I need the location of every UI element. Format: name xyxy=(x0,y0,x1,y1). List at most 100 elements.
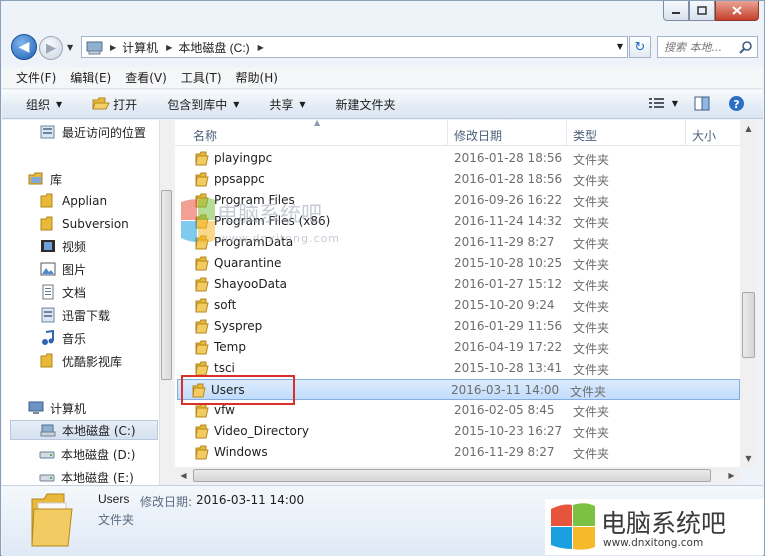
breadcrumb-drive-c[interactable]: 本地磁盘 (C:) xyxy=(178,39,249,56)
nav-library-music[interactable]: 音乐 xyxy=(40,328,86,348)
file-row[interactable]: Quarantine 2015-10-28 10:25 文件夹 xyxy=(181,253,740,274)
scroll-up-icon[interactable]: ▲ xyxy=(740,120,757,137)
recent-pages-dropdown[interactable]: ▼ xyxy=(67,43,73,52)
column-header-name[interactable]: 名称 xyxy=(193,127,217,144)
open-button[interactable]: 打开 xyxy=(92,96,137,113)
help-icon[interactable]: ? xyxy=(728,95,745,112)
file-row[interactable]: ppsappc 2016-01-28 18:56 文件夹 xyxy=(181,169,740,190)
navigation-scrollbar-thumb[interactable] xyxy=(161,190,172,380)
column-divider[interactable] xyxy=(447,120,448,146)
breadcrumb-computer[interactable]: 计算机 xyxy=(122,39,158,56)
watermark-url: www.dnxitong.com xyxy=(219,232,340,245)
windows-logo-icon xyxy=(181,198,215,243)
folder-icon xyxy=(195,277,209,295)
scroll-right-icon[interactable]: ▶ xyxy=(723,467,740,484)
file-name: Quarantine xyxy=(214,256,282,270)
folder-icon xyxy=(195,319,209,337)
vertical-scrollbar-thumb[interactable] xyxy=(742,292,755,358)
nav-library-thunder-downloads[interactable]: 迅雷下载 xyxy=(40,305,110,325)
column-divider[interactable] xyxy=(685,120,686,146)
maximize-button[interactable] xyxy=(689,1,715,21)
file-type: 文件夹 xyxy=(573,363,610,377)
file-type: 文件夹 xyxy=(570,385,607,399)
menu-file[interactable]: 文件(F) xyxy=(16,69,56,86)
file-list-horizontal-scrollbar[interactable]: ◀ ▶ xyxy=(175,467,740,484)
nav-library-applian[interactable]: Applian xyxy=(40,191,107,211)
menu-edit[interactable]: 编辑(E) xyxy=(70,69,111,86)
file-row[interactable]: playingpc 2016-01-28 18:56 文件夹 xyxy=(181,148,740,169)
search-box[interactable] xyxy=(657,36,758,58)
scroll-down-icon[interactable]: ▼ xyxy=(740,450,757,467)
breadcrumb-separator[interactable]: ▶ xyxy=(258,43,264,52)
nav-library-youku[interactable]: 优酷影视库 xyxy=(40,351,122,371)
nav-computer[interactable]: 计算机 xyxy=(28,398,86,418)
horizontal-scrollbar-thumb[interactable] xyxy=(193,469,711,482)
nav-label: 音乐 xyxy=(62,331,87,346)
column-divider[interactable] xyxy=(566,120,567,146)
nav-drive-c[interactable]: 本地磁盘 (C:) xyxy=(10,420,158,440)
view-dropdown-icon[interactable]: ▼ xyxy=(672,99,678,108)
file-date: 2016-11-29 8:27 xyxy=(454,235,555,249)
file-list-vertical-scrollbar[interactable]: ▲ ▼ xyxy=(740,120,757,467)
pictures-icon xyxy=(40,262,56,276)
close-button[interactable] xyxy=(715,1,759,21)
file-row[interactable]: Sysprep 2016-01-29 11:56 文件夹 xyxy=(181,316,740,337)
share-button[interactable]: 共享 ▼ xyxy=(269,96,305,113)
file-type: 文件夹 xyxy=(573,174,610,188)
scroll-left-icon[interactable]: ◀ xyxy=(175,467,192,484)
folder-icon xyxy=(195,445,209,463)
navigation-scrollbar[interactable] xyxy=(159,120,173,485)
refresh-button[interactable]: ↻ xyxy=(629,36,651,58)
nav-recent-places[interactable]: 最近访问的位置 xyxy=(40,122,146,142)
file-name: Sysprep xyxy=(214,319,263,333)
details-date-value: 2016-03-11 14:00 xyxy=(196,493,305,507)
search-input[interactable] xyxy=(658,37,736,57)
file-row[interactable]: soft 2015-10-20 9:24 文件夹 xyxy=(181,295,740,316)
nav-label: 本地磁盘 (C:) xyxy=(62,423,136,438)
column-header-size[interactable]: 大小 xyxy=(692,127,716,144)
breadcrumb-separator[interactable]: ▶ xyxy=(166,43,172,52)
organize-button[interactable]: 组织 ▼ xyxy=(26,96,62,113)
open-label: 打开 xyxy=(113,97,138,112)
back-button[interactable]: ◀ xyxy=(11,34,37,60)
nav-libraries[interactable]: 库 xyxy=(28,169,62,189)
nav-library-videos[interactable]: 视频 xyxy=(40,236,86,256)
forward-button[interactable]: ▶ xyxy=(39,36,63,60)
preview-pane-icon[interactable] xyxy=(694,96,710,111)
address-bar[interactable]: ▶ 计算机 ▶ 本地磁盘 (C:) ▶ ▼ xyxy=(81,36,628,58)
menu-view[interactable]: 查看(V) xyxy=(125,69,167,86)
file-row[interactable]: Video_Directory 2015-10-23 16:27 文件夹 xyxy=(181,421,740,442)
minimize-button[interactable] xyxy=(663,1,689,21)
file-date: 2016-04-19 17:22 xyxy=(454,340,563,354)
column-header-date[interactable]: 修改日期 xyxy=(454,127,502,144)
new-folder-button[interactable]: 新建文件夹 xyxy=(336,96,396,113)
file-type: 文件夹 xyxy=(573,153,610,167)
menu-help[interactable]: 帮助(H) xyxy=(236,69,278,86)
menu-tools[interactable]: 工具(T) xyxy=(181,69,222,86)
nav-library-documents[interactable]: 文档 xyxy=(40,282,86,302)
view-options-icon[interactable] xyxy=(648,97,666,111)
nav-drive-e[interactable]: 本地磁盘 (E:) xyxy=(39,467,134,485)
breadcrumb-separator[interactable]: ▶ xyxy=(110,43,116,52)
file-row[interactable]: Temp 2016-04-19 17:22 文件夹 xyxy=(181,337,740,358)
folder-icon xyxy=(40,353,53,368)
folder-icon xyxy=(195,256,209,274)
folder-icon xyxy=(40,216,53,231)
file-list: 名称 ▲ 修改日期 类型 大小 playingpc 2016-01-28 18:5… xyxy=(175,120,740,467)
nav-label: 文档 xyxy=(62,285,87,300)
arrow-right-icon: ▶ xyxy=(46,40,56,56)
file-row[interactable]: Windows 2016-11-29 8:27 文件夹 xyxy=(181,442,740,463)
address-dropdown[interactable]: ▼ xyxy=(617,42,623,51)
nav-drive-d[interactable]: 本地磁盘 (D:) xyxy=(39,444,135,464)
file-name: playingpc xyxy=(214,151,273,165)
include-in-library-button[interactable]: 包含到库中 ▼ xyxy=(167,96,239,113)
nav-library-pictures[interactable]: 图片 xyxy=(40,259,86,279)
column-header-type[interactable]: 类型 xyxy=(573,127,597,144)
file-type: 文件夹 xyxy=(573,342,610,356)
file-name: tsci xyxy=(214,361,235,375)
file-row[interactable]: ShayooData 2016-01-27 15:12 文件夹 xyxy=(181,274,740,295)
file-date: 2016-01-28 18:56 xyxy=(454,151,563,165)
explorer-window: ◀ ▶ ▼ ▶ 计算机 ▶ 本地磁盘 (C:) ▶ ▼ ↻ 文件(F) 编辑(E… xyxy=(0,0,765,556)
file-date: 2016-03-11 14:00 xyxy=(451,383,560,397)
nav-library-subversion[interactable]: Subversion xyxy=(40,214,129,234)
